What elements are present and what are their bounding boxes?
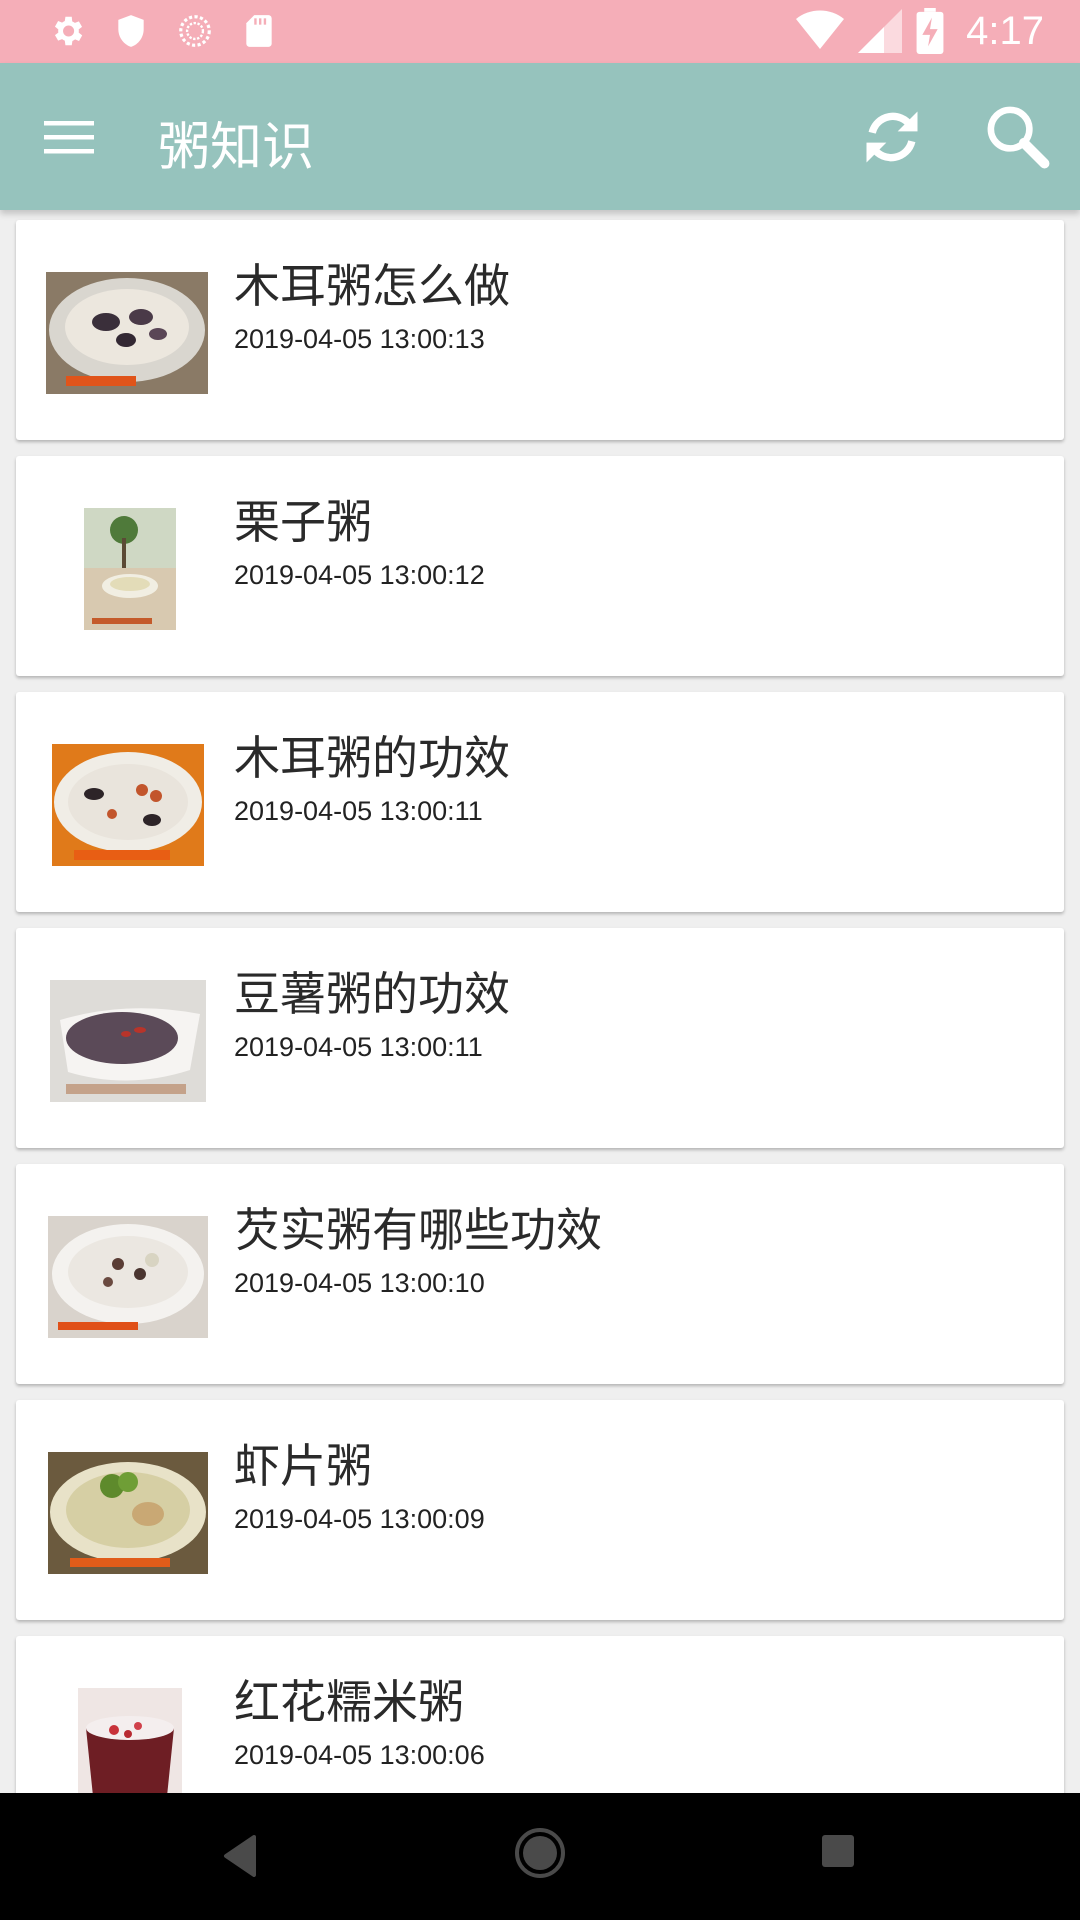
article-title: 虾片粥 — [234, 1439, 372, 1493]
thumbnail-image — [78, 1688, 182, 1793]
article-date: 2019-04-05 13:00:11 — [234, 1032, 483, 1062]
battery-charging-icon — [916, 8, 944, 54]
thumbnail-image — [84, 508, 176, 630]
article-title: 红花糯米粥 — [234, 1675, 464, 1729]
article-list[interactable]: 木耳粥怎么做 2019-04-05 13:00:13 栗子粥 2019-04-0… — [0, 210, 1080, 1793]
thumbnail-image — [48, 1452, 208, 1574]
home-circle-icon[interactable] — [514, 1827, 566, 1879]
sync-circle-icon — [179, 15, 211, 47]
sd-card-icon — [246, 15, 272, 47]
refresh-icon[interactable] — [858, 103, 926, 171]
app-title: 粥知识 — [158, 118, 315, 178]
thumbnail-image — [46, 272, 208, 394]
article-title: 木耳粥怎么做 — [234, 259, 510, 313]
thumbnail-image — [50, 980, 206, 1102]
list-item[interactable]: 木耳粥的功效 2019-04-05 13:00:11 — [16, 692, 1064, 912]
article-title: 芡实粥有哪些功效 — [234, 1203, 602, 1257]
article-date: 2019-04-05 13:00:13 — [234, 324, 485, 354]
article-date: 2019-04-05 13:00:06 — [234, 1740, 485, 1770]
list-item[interactable]: 木耳粥怎么做 2019-04-05 13:00:13 — [16, 220, 1064, 440]
article-date: 2019-04-05 13:00:11 — [234, 796, 483, 826]
article-date: 2019-04-05 13:00:10 — [234, 1268, 485, 1298]
status-time: 4:17 — [966, 8, 1044, 53]
list-item[interactable]: 虾片粥 2019-04-05 13:00:09 — [16, 1400, 1064, 1620]
app-bar: 粥知识 — [0, 63, 1080, 210]
thumbnail-image — [52, 744, 204, 866]
list-item[interactable]: 红花糯米粥 2019-04-05 13:00:06 — [16, 1636, 1064, 1793]
article-title: 木耳粥的功效 — [234, 731, 510, 785]
list-item[interactable]: 栗子粥 2019-04-05 13:00:12 — [16, 456, 1064, 676]
article-date: 2019-04-05 13:00:12 — [234, 560, 485, 590]
search-icon[interactable] — [984, 103, 1050, 169]
article-title: 栗子粥 — [234, 495, 372, 549]
settings-icon — [54, 16, 83, 46]
status-bar: 4:17 — [0, 0, 1080, 63]
article-title: 豆薯粥的功效 — [234, 967, 510, 1021]
recents-square-icon[interactable] — [820, 1833, 856, 1869]
article-date: 2019-04-05 13:00:09 — [234, 1504, 485, 1534]
shield-icon — [118, 15, 144, 47]
menu-icon[interactable] — [40, 113, 98, 161]
list-item[interactable]: 芡实粥有哪些功效 2019-04-05 13:00:10 — [16, 1164, 1064, 1384]
back-triangle-icon[interactable] — [222, 1835, 258, 1877]
navigation-bar — [0, 1793, 1080, 1920]
thumbnail-image — [48, 1216, 208, 1338]
signal-icon — [858, 9, 903, 53]
wifi-icon — [796, 10, 845, 49]
list-item[interactable]: 豆薯粥的功效 2019-04-05 13:00:11 — [16, 928, 1064, 1148]
